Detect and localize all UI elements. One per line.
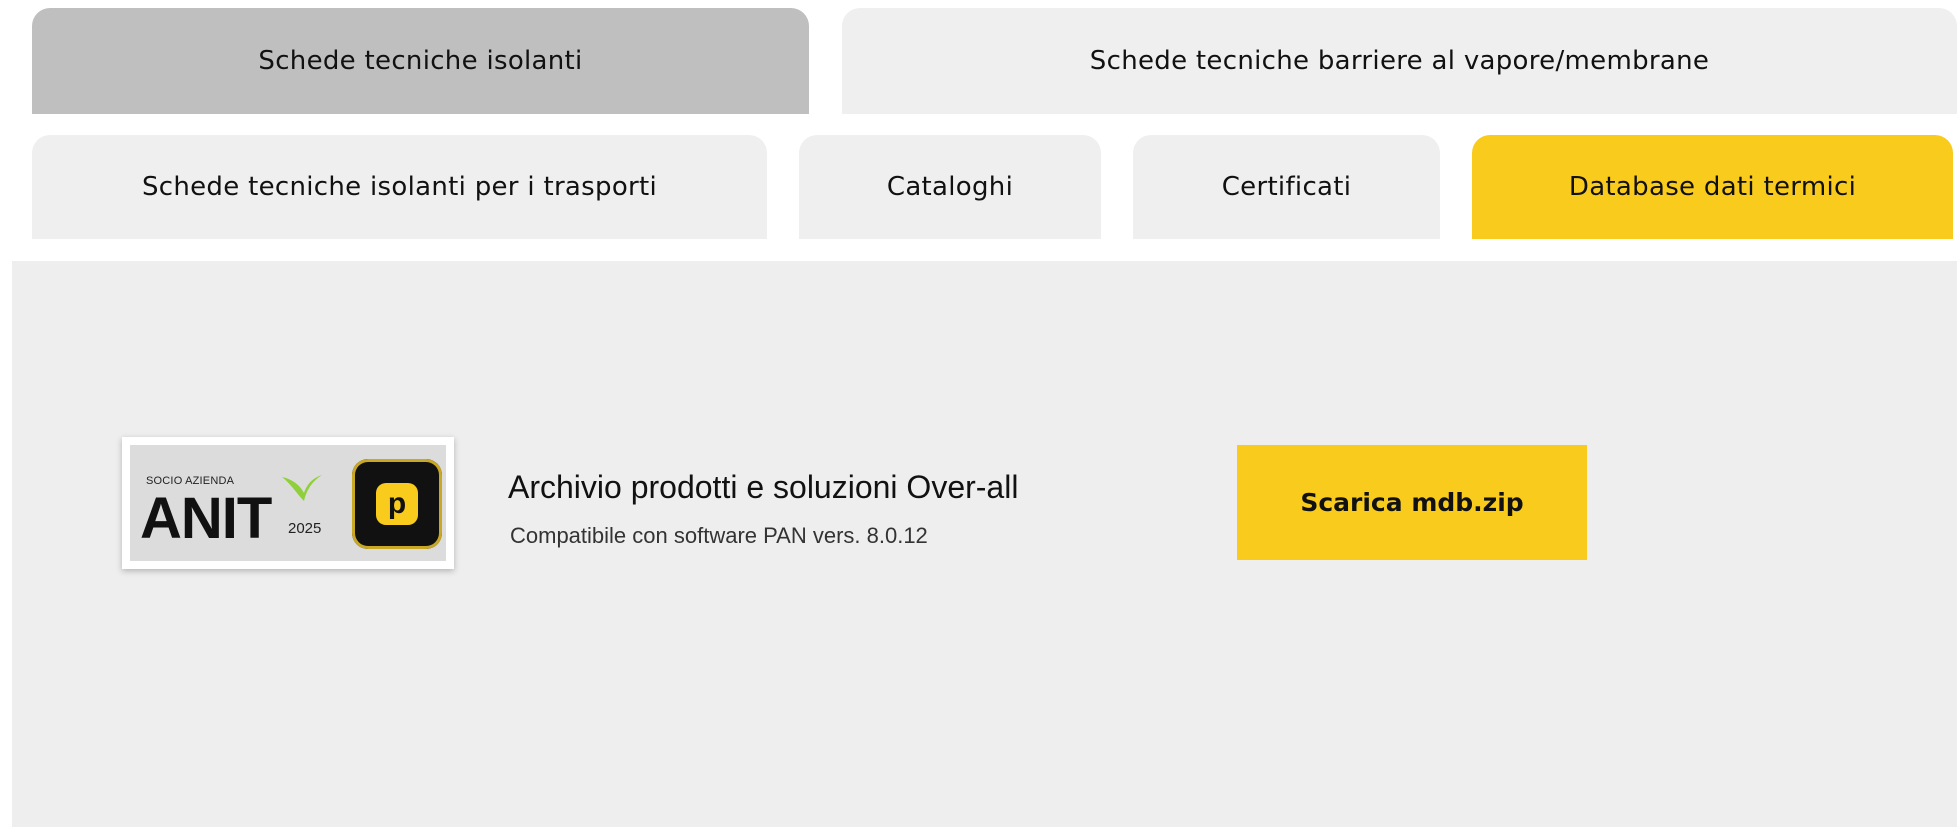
download-mdb-button[interactable]: Scarica mdb.zip [1237,445,1587,560]
app-logo-icon: p [352,459,442,549]
tab-schede-tecniche-isolanti[interactable]: Schede tecniche isolanti [32,8,809,114]
tab-schede-tecniche-trasporti[interactable]: Schede tecniche isolanti per i trasporti [32,135,767,239]
badge-brand: ANIT [140,486,272,551]
archive-title: Archivio prodotti e soluzioni Over-all [508,469,1019,505]
tab-cataloghi[interactable]: Cataloghi [799,135,1101,239]
leaf-icon [282,475,322,501]
archive-subtitle: Compatibile con software PAN vers. 8.0.1… [510,523,928,548]
badge-background: SOCIO AZIENDA ANIT 2025 p [130,445,446,561]
tab-schede-tecniche-barriere[interactable]: Schede tecniche barriere al vapore/membr… [842,8,1957,114]
app-logo-letter: p [376,483,418,525]
badge-year: 2025 [288,520,322,537]
tab-database-dati-termici[interactable]: Database dati termici [1472,135,1953,239]
tab-certificati[interactable]: Certificati [1133,135,1440,239]
anit-badge: SOCIO AZIENDA ANIT 2025 p [122,437,454,569]
